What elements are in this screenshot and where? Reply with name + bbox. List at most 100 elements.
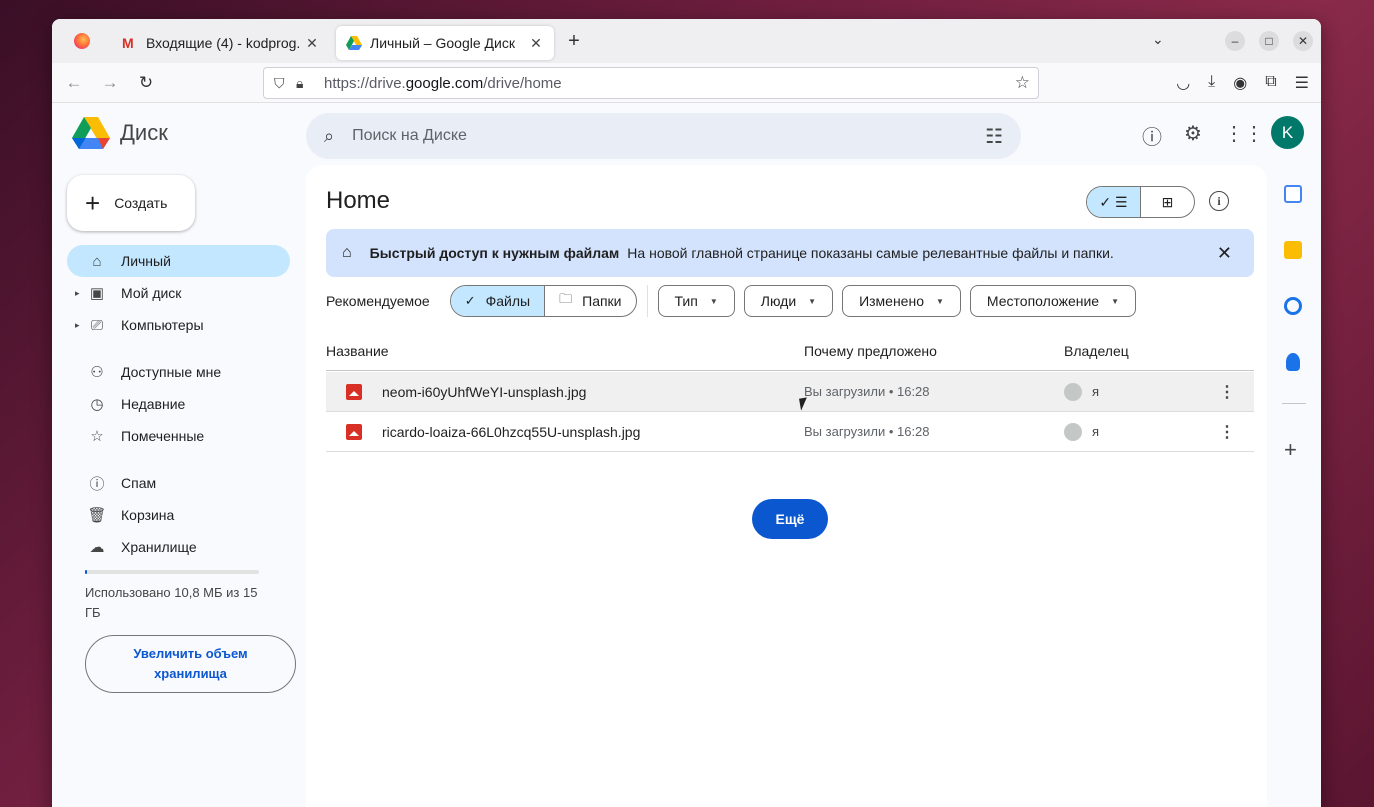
sidebar-item-label: Недавние: [121, 396, 186, 412]
storage-bar: [85, 570, 259, 574]
download-icon[interactable]: ⤓: [1208, 73, 1215, 93]
calendar-icon[interactable]: [1284, 185, 1302, 203]
column-name[interactable]: Название: [326, 343, 389, 359]
create-button[interactable]: + Создать: [67, 175, 195, 231]
filter-people-chip[interactable]: Люди ▼: [743, 285, 834, 317]
drive-logo[interactable]: Диск: [72, 117, 168, 149]
tab-google-drive[interactable]: Личный – Google Диск ✕: [336, 26, 554, 60]
star-icon: ☆: [90, 428, 104, 445]
owner-avatar: [1064, 423, 1082, 441]
sidebar-item-storage[interactable]: ☁ Хранилище: [67, 531, 290, 563]
clock-icon: ◷: [90, 396, 104, 413]
close-icon[interactable]: ✕: [1217, 243, 1232, 264]
bookmark-star-icon[interactable]: ☆: [1015, 73, 1030, 93]
plus-icon: +: [85, 187, 101, 218]
maximize-button[interactable]: □: [1259, 31, 1279, 51]
contacts-icon[interactable]: [1286, 353, 1300, 371]
column-owner: Владелец: [1064, 343, 1129, 359]
sidebar-item-label: Спам: [121, 475, 157, 491]
account-icon[interactable]: ◉: [1233, 73, 1247, 93]
column-reason: Почему предложено: [804, 343, 937, 359]
minimize-button[interactable]: –: [1225, 31, 1245, 51]
sidebar-item-computers[interactable]: ▸ ⎚ Компьютеры: [67, 309, 290, 341]
more-files-button[interactable]: Ещё: [752, 499, 828, 539]
search-input[interactable]: Поиск на Диске: [352, 127, 467, 145]
pocket-icon[interactable]: ◡: [1176, 73, 1190, 93]
add-addon-icon[interactable]: +: [1284, 437, 1297, 463]
search-options-icon[interactable]: ☷: [985, 124, 1003, 149]
apps-grid-icon[interactable]: ⋮⋮: [1224, 121, 1264, 150]
table-header: Название Почему предложено Владелец: [326, 343, 1254, 371]
sidebar-item-home[interactable]: ⌂ Личный: [67, 245, 290, 277]
nav-bar: ← → ↻ ⛉ 🔒︎ https://drive.google.com/driv…: [52, 63, 1321, 103]
more-vert-icon[interactable]: ⋮: [1219, 382, 1235, 402]
close-icon[interactable]: ✕: [304, 35, 320, 52]
info-icon[interactable]: i: [1209, 191, 1229, 211]
folders-segment[interactable]: 🗀 Папки: [545, 286, 635, 316]
shared-icon: ⚇: [90, 364, 104, 381]
sidebar-item-recent[interactable]: ◷ Недавние: [67, 388, 290, 420]
file-name: ricardo-loaiza-66L0hzcq55U-unsplash.jpg: [382, 424, 641, 440]
file-owner: я: [1092, 424, 1100, 439]
folder-icon: 🗀: [559, 291, 573, 306]
dropdown-arrow-icon: ▼: [808, 296, 817, 306]
tasks-icon[interactable]: [1284, 297, 1302, 315]
forward-arrow-icon[interactable]: →: [92, 73, 128, 93]
gear-icon[interactable]: ⚙: [1184, 121, 1202, 150]
gmail-icon: M: [122, 35, 134, 51]
files-segment[interactable]: ✓ Файлы: [450, 286, 546, 316]
tab-gmail[interactable]: M Входящие (4) - kodprog. ✕: [112, 26, 330, 60]
trash-icon: 🗑︎: [87, 507, 107, 524]
file-name: neom-i60yUhfWeYI-unsplash.jpg: [382, 384, 587, 400]
close-window-button[interactable]: ✕: [1293, 31, 1313, 51]
logo-text: Диск: [120, 120, 168, 145]
dropdown-arrow-icon: ▼: [1111, 296, 1119, 306]
image-file-icon: [346, 384, 362, 400]
sidebar-item-starred[interactable]: ☆ Помеченные: [67, 420, 290, 452]
new-tab-button[interactable]: +: [560, 30, 588, 53]
filter-type-chip[interactable]: Тип ▼: [657, 285, 735, 317]
list-view-button[interactable]: ✓ ☰: [1087, 187, 1141, 217]
browser-window: M Входящие (4) - kodprog. ✕ Личный – Goo…: [52, 19, 1321, 807]
search-icon[interactable]: ⌕: [324, 126, 334, 147]
filter-modified-chip[interactable]: Изменено ▼: [842, 285, 961, 317]
filter-location-chip[interactable]: Местоположение ▼: [969, 285, 1136, 317]
home-icon: ⌂: [92, 252, 102, 270]
firefox-menu[interactable]: [52, 19, 112, 63]
filters-bar: Рекомендуемое ✓ Файлы 🗀 Папки Тип ▼ Люди ▼ И…: [326, 285, 1145, 317]
sidebar-item-label: Мой диск: [121, 285, 182, 301]
reload-icon[interactable]: ↻: [128, 73, 164, 93]
help-icon[interactable]: ⓘ: [1142, 121, 1162, 150]
table-row[interactable]: ricardo-loaiza-66L0hzcq55U-unsplash.jpg …: [326, 412, 1254, 452]
file-owner: я: [1092, 384, 1100, 399]
back-arrow-icon[interactable]: ←: [56, 73, 92, 93]
view-toggle: ✓ ☰ ⊞: [1086, 186, 1195, 218]
storage-bar-fill: [85, 570, 87, 574]
sidebar-item-my-drive[interactable]: ▸ ▣ Мой диск: [67, 277, 290, 309]
dropdown-arrow-icon: ▼: [936, 296, 944, 306]
upgrade-storage-button[interactable]: Увеличить объем хранилища: [85, 635, 296, 693]
menu-icon[interactable]: ☰: [1295, 73, 1309, 93]
sidebar-item-shared[interactable]: ⚇ Доступные мне: [67, 356, 290, 388]
search-bar[interactable]: ⌕ Поиск на Диске ☷: [306, 113, 1021, 159]
header-icons: ⓘ ⚙ ⋮⋮: [1142, 121, 1264, 150]
chevron-down-icon[interactable]: ⌄: [1152, 31, 1164, 48]
keep-icon[interactable]: [1284, 241, 1302, 259]
url-text: https://drive.google.com/drive/home: [324, 74, 562, 92]
expand-caret-icon[interactable]: ▸: [75, 288, 80, 299]
close-icon[interactable]: ✕: [528, 35, 544, 52]
avatar[interactable]: K: [1271, 116, 1304, 149]
extensions-icon[interactable]: ⧉: [1265, 73, 1276, 93]
sidebar-item-trash[interactable]: 🗑︎ Корзина: [67, 499, 290, 531]
filters-label: Рекомендуемое: [326, 293, 430, 309]
url-bar[interactable]: ⛉ 🔒︎ https://drive.google.com/drive/home…: [263, 67, 1039, 99]
grid-view-button[interactable]: ⊞: [1141, 187, 1194, 217]
lock-icon[interactable]: 🔒︎: [296, 75, 318, 92]
sidebar-item-label: Помеченные: [121, 428, 205, 444]
sidebar-item-spam[interactable]: ⓘ Спам: [67, 467, 290, 499]
expand-caret-icon[interactable]: ▸: [75, 320, 80, 331]
more-vert-icon[interactable]: ⋮: [1219, 422, 1235, 442]
table-row[interactable]: neom-i60yUhfWeYI-unsplash.jpg Вы загрузи…: [326, 372, 1254, 412]
banner-title: Быстрый доступ к нужным файлам: [369, 245, 620, 261]
shield-icon[interactable]: ⛉: [274, 75, 296, 92]
